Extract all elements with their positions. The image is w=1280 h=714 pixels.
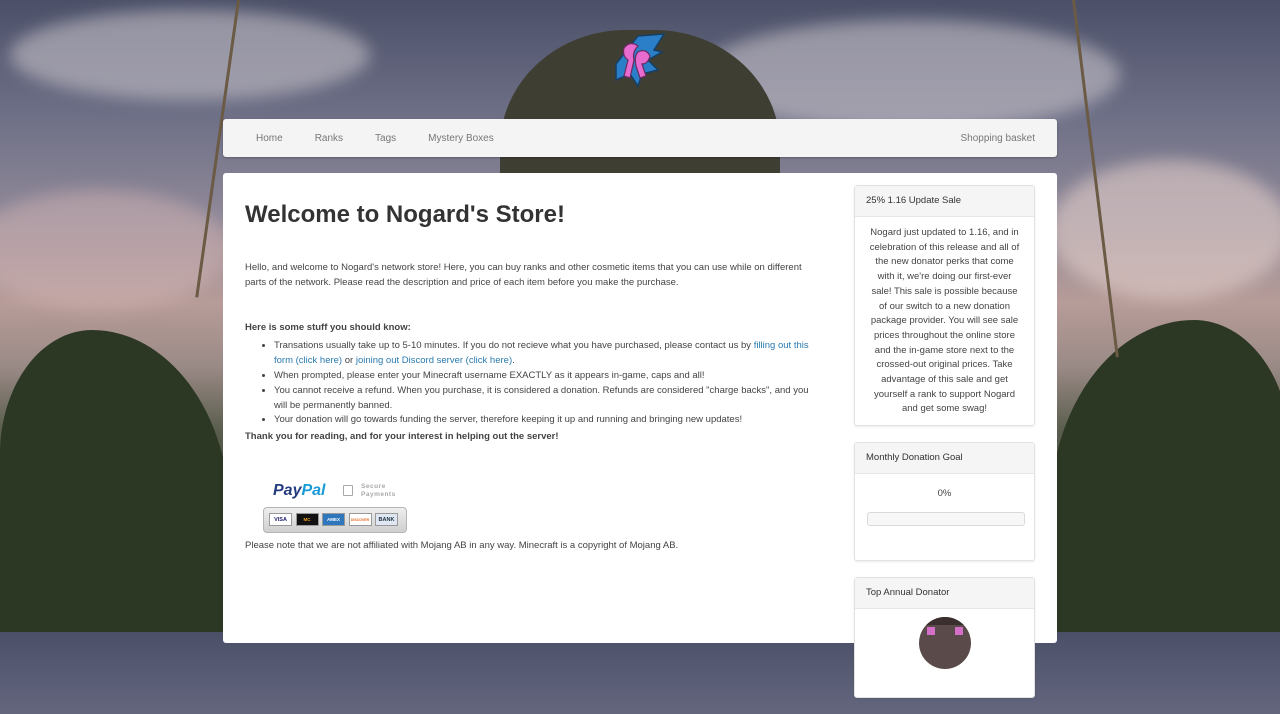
paypal-logo-pal: Pal: [301, 481, 326, 499]
top-donator-title: Top Annual Donator: [855, 578, 1034, 609]
card-logos: VISA MC AMEX DISCOVER BANK: [263, 506, 407, 533]
avatar-hair: [918, 617, 971, 625]
secure-label: Secure: [361, 482, 386, 490]
payments-label: Payments: [361, 490, 396, 498]
donation-goal-panel: Monthly Donation Goal 0%: [854, 442, 1035, 561]
bank-icon: BANK: [375, 513, 398, 527]
main-card: Welcome to Nogard's Store! Hello, and we…: [223, 173, 1057, 698]
background-cloud: [10, 10, 370, 100]
donation-goal-title: Monthly Donation Goal: [855, 443, 1034, 474]
discord-link[interactable]: joining out Discord server (click here): [356, 355, 512, 366]
top-donator-body: [855, 617, 1034, 697]
avatar-pixel: [954, 627, 963, 635]
info-heading: Here is some stuff you should know:: [245, 321, 411, 333]
sale-panel: 25% 1.16 Update Sale Nogard just updated…: [854, 185, 1035, 426]
donation-goal-percent: 0%: [937, 488, 952, 499]
visa-icon: VISA: [269, 513, 292, 527]
nav-home[interactable]: Home: [256, 133, 283, 144]
paypal-logo-pay: Pay: [273, 481, 302, 499]
background-cloud: [1050, 160, 1280, 300]
bullet-text: Transations usually take up to 5-10 minu…: [274, 340, 754, 352]
store-content: Welcome to Nogard's Store! Hello, and we…: [245, 173, 821, 554]
mastercard-icon: MC: [295, 513, 319, 527]
paypal-logo: PayPal: [273, 482, 325, 500]
disclaimer-text: Please note that we are not affiliated w…: [245, 539, 679, 551]
shopping-basket-link[interactable]: Shopping basket: [960, 133, 1035, 144]
list-item: Transations usually take up to 5-10 minu…: [274, 339, 821, 369]
nav-mystery-boxes[interactable]: Mystery Boxes: [428, 133, 494, 144]
sale-panel-text: Nogard just updated to 1.16, and in cele…: [869, 227, 1020, 415]
background-foliage: [0, 330, 230, 632]
navbar: Home Ranks Tags Mystery Boxes Shopping b…: [223, 119, 1057, 157]
avatar: [918, 617, 971, 669]
amex-icon: AMEX: [322, 513, 345, 527]
discover-icon: DISCOVER: [348, 513, 372, 527]
intro-text: Hello, and welcome to Nogard's network s…: [245, 262, 802, 288]
bullet-text: or: [342, 355, 356, 367]
secure-payments-label: Secure Payments: [361, 483, 396, 499]
donation-goal-body: 0%: [855, 474, 1034, 560]
lock-icon: [343, 484, 353, 496]
list-item: Your donation will go towards funding th…: [274, 413, 821, 428]
info-list: Transations usually take up to 5-10 minu…: [245, 339, 821, 428]
list-item: You cannot receive a refund. When you pu…: [274, 384, 821, 414]
sidebar: 25% 1.16 Update Sale Nogard just updated…: [854, 185, 1035, 714]
nav-tags[interactable]: Tags: [375, 133, 396, 144]
page-title: Welcome to Nogard's Store!: [245, 201, 565, 228]
nav-ranks[interactable]: Ranks: [315, 133, 343, 144]
thanks-text: Thank you for reading, and for your inte…: [245, 431, 559, 443]
donation-progress-bar: [867, 511, 1025, 526]
background-foliage: [1050, 320, 1280, 632]
nogard-logo: [615, 33, 666, 88]
list-item: When prompted, please enter your Minecra…: [274, 369, 821, 384]
top-donator-panel: Top Annual Donator: [854, 577, 1035, 698]
paypal-badge: PayPal Secure Payments VISA MC AMEX DISCO…: [263, 473, 411, 533]
avatar-pixel: [926, 627, 935, 635]
bullet-text: .: [512, 355, 515, 367]
sale-panel-title: 25% 1.16 Update Sale: [855, 186, 1034, 217]
